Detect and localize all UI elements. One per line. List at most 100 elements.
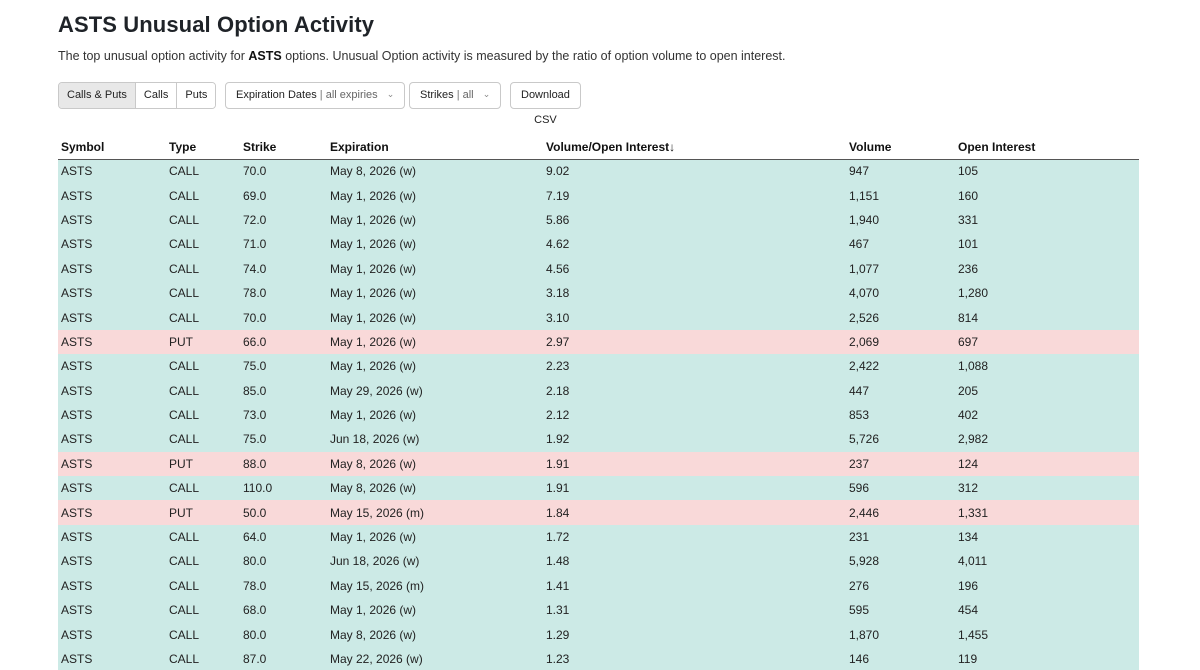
cell-volume: 1,151	[846, 183, 955, 208]
strikes-value: all	[462, 89, 474, 101]
cell-type: PUT	[166, 500, 240, 525]
cell-expiration: Jun 18, 2026 (w)	[327, 549, 543, 574]
cell-symbol: ASTS	[58, 183, 166, 208]
cell-volume: 2,446	[846, 500, 955, 525]
filter-calls-and-puts[interactable]: Calls & Puts	[59, 83, 136, 108]
chevron-down-icon: ⌄	[386, 89, 395, 99]
cell-expiration: May 1, 2026 (w)	[327, 354, 543, 379]
cell-symbol: ASTS	[58, 378, 166, 403]
cell-volume: 2,069	[846, 329, 955, 355]
cell-volume: 231	[846, 524, 955, 550]
cell-expiration: May 1, 2026 (w)	[327, 183, 543, 208]
cell-type: CALL	[166, 573, 240, 599]
cell-open-interest: 402	[955, 402, 1139, 428]
cell-volume: 853	[846, 402, 955, 428]
cell-symbol: ASTS	[58, 427, 166, 452]
table-header: Symbol Type Strike Expiration Volume/Ope…	[58, 135, 1139, 160]
table-row: ASTS CALL 72.0 May 1, 2026 (w) 5.86 1,940 331	[58, 207, 1139, 233]
cell-expiration: May 1, 2026 (w)	[327, 402, 543, 428]
cell-volume-oi-ratio: 4.62	[543, 232, 846, 257]
cell-expiration: May 8, 2026 (w)	[327, 159, 543, 184]
cell-strike: 80.0	[240, 622, 327, 647]
cell-expiration: May 1, 2026 (w)	[327, 305, 543, 330]
expiration-dates-dropdown[interactable]: Expiration Dates | all expiries ⌄	[225, 82, 406, 109]
cell-open-interest: 2,982	[955, 427, 1139, 452]
header-expiration[interactable]: Expiration	[327, 135, 543, 160]
header-open-interest[interactable]: Open Interest	[955, 135, 1139, 160]
cell-expiration: May 1, 2026 (w)	[327, 329, 543, 355]
cell-expiration: May 1, 2026 (w)	[327, 256, 543, 281]
header-symbol[interactable]: Symbol	[58, 135, 166, 160]
cell-open-interest: 205	[955, 378, 1139, 403]
cell-volume: 595	[846, 598, 955, 623]
cell-strike: 70.0	[240, 159, 327, 184]
table-row: ASTS CALL 87.0 May 22, 2026 (w) 1.23 146 119	[58, 646, 1139, 670]
cell-open-interest: 1,455	[955, 622, 1139, 647]
cell-expiration: May 29, 2026 (w)	[327, 378, 543, 403]
cell-volume-oi-ratio: 1.48	[543, 549, 846, 574]
cell-symbol: ASTS	[58, 305, 166, 330]
expiration-separator: |	[319, 89, 323, 101]
cell-expiration: May 22, 2026 (w)	[327, 646, 543, 670]
cell-type: PUT	[166, 451, 240, 477]
cell-type: CALL	[166, 207, 240, 233]
cell-volume: 5,928	[846, 549, 955, 574]
cell-volume-oi-ratio: 1.91	[543, 451, 846, 477]
table-row: ASTS CALL 78.0 May 1, 2026 (w) 3.18 4,070 1,28…	[58, 280, 1139, 306]
cell-type: CALL	[166, 232, 240, 257]
filter-puts[interactable]: Puts	[177, 83, 216, 108]
table-row: ASTS CALL 73.0 May 1, 2026 (w) 2.12 853 402	[58, 402, 1139, 428]
cell-expiration: May 8, 2026 (w)	[327, 451, 543, 477]
cell-open-interest: 1,088	[955, 354, 1139, 379]
cell-expiration: May 15, 2026 (m)	[327, 500, 543, 525]
cell-volume: 947	[846, 159, 955, 184]
table-row: ASTS CALL 80.0 May 8, 2026 (w) 1.29 1,870 1,45…	[58, 622, 1139, 647]
page-subtitle: The top unusual option activity for ASTS…	[58, 49, 785, 63]
header-volume-open-interest[interactable]: Volume/Open Interest↓	[543, 135, 846, 160]
header-volume[interactable]: Volume	[846, 135, 955, 160]
cell-open-interest: 1,280	[955, 280, 1139, 306]
table-row: ASTS CALL 78.0 May 15, 2026 (m) 1.41 276 196	[58, 573, 1139, 599]
cell-symbol: ASTS	[58, 451, 166, 477]
cell-strike: 64.0	[240, 524, 327, 550]
cell-type: CALL	[166, 280, 240, 306]
cell-expiration: May 1, 2026 (w)	[327, 524, 543, 550]
header-strike[interactable]: Strike	[240, 135, 327, 160]
cell-strike: 75.0	[240, 354, 327, 379]
table-row: ASTS PUT 50.0 May 15, 2026 (m) 1.84 2,446 1,33…	[58, 500, 1139, 525]
cell-open-interest: 331	[955, 207, 1139, 233]
strikes-label: Strikes	[420, 89, 454, 101]
cell-volume-oi-ratio: 2.23	[543, 354, 846, 379]
cell-volume: 2,422	[846, 354, 955, 379]
strikes-dropdown[interactable]: Strikes | all ⌄	[409, 82, 502, 109]
cell-expiration: May 8, 2026 (w)	[327, 476, 543, 501]
cell-open-interest: 119	[955, 646, 1139, 670]
strikes-separator: |	[456, 89, 460, 101]
cell-volume: 146	[846, 646, 955, 670]
cell-symbol: ASTS	[58, 329, 166, 355]
table-row: ASTS CALL 68.0 May 1, 2026 (w) 1.31 595 454	[58, 598, 1139, 623]
download-csv-button[interactable]: Download CSV	[510, 82, 581, 126]
filter-calls[interactable]: Calls	[135, 83, 178, 108]
cell-symbol: ASTS	[58, 622, 166, 647]
cell-open-interest: 134	[955, 524, 1139, 550]
cell-symbol: ASTS	[58, 524, 166, 550]
header-type[interactable]: Type	[166, 135, 240, 160]
cell-strike: 50.0	[240, 500, 327, 525]
cell-strike: 72.0	[240, 207, 327, 233]
cell-volume: 2,526	[846, 305, 955, 330]
cell-volume-oi-ratio: 3.10	[543, 305, 846, 330]
cell-strike: 68.0	[240, 598, 327, 623]
cell-symbol: ASTS	[58, 549, 166, 574]
expiration-dates-label: Expiration Dates	[236, 89, 317, 101]
cell-open-interest: 124	[955, 451, 1139, 477]
cell-strike: 70.0	[240, 305, 327, 330]
cell-volume-oi-ratio: 1.29	[543, 622, 846, 647]
cell-symbol: ASTS	[58, 646, 166, 670]
cell-type: CALL	[166, 159, 240, 184]
cell-open-interest: 236	[955, 256, 1139, 281]
table-row: ASTS CALL 75.0 May 1, 2026 (w) 2.23 2,422 1,08…	[58, 354, 1139, 379]
cell-volume-oi-ratio: 7.19	[543, 183, 846, 208]
page-title: ASTS Unusual Option Activity	[58, 12, 375, 37]
cell-type: PUT	[166, 329, 240, 355]
